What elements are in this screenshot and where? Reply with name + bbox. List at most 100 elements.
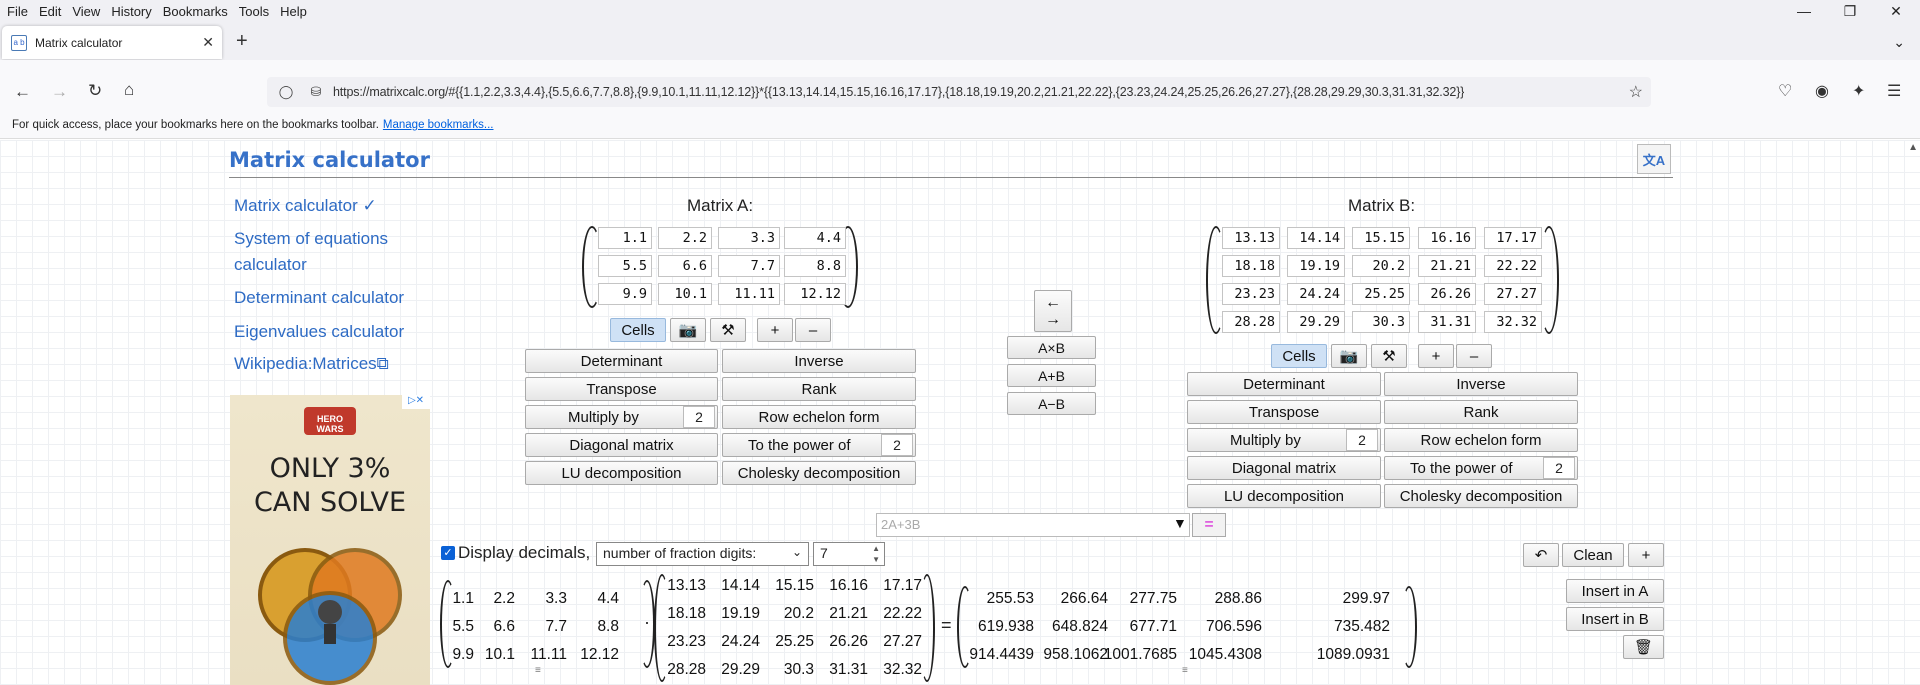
matrix-b-cell[interactable]: 25.25 bbox=[1352, 283, 1410, 305]
matrix-b-determinant-button[interactable]: Determinant bbox=[1187, 372, 1381, 396]
matrix-b-cell[interactable]: 16.16 bbox=[1418, 227, 1476, 249]
matrix-b-multiply-input[interactable]: 2 bbox=[1346, 429, 1378, 451]
bookmark-star-icon[interactable]: ☆ bbox=[1629, 82, 1643, 102]
matrix-b-cholesky-button[interactable]: Cholesky decomposition bbox=[1384, 484, 1578, 508]
matrix-a-cell[interactable]: 2.2 bbox=[658, 227, 712, 249]
sidebar-link-system-of-equations[interactable]: System of equations bbox=[234, 229, 388, 249]
matrix-b-row-echelon-button[interactable]: Row echelon form bbox=[1384, 428, 1578, 452]
matrix-b-power-input[interactable]: 2 bbox=[1543, 457, 1575, 479]
swap-matrices-button[interactable]: ← → bbox=[1034, 290, 1072, 332]
minimize-icon[interactable]: — bbox=[1781, 0, 1827, 22]
close-window-icon[interactable]: ✕ bbox=[1873, 0, 1919, 22]
matrix-a-transpose-button[interactable]: Transpose bbox=[525, 377, 718, 401]
list-all-tabs-icon[interactable]: ⌄ bbox=[1893, 34, 1905, 51]
new-tab-icon[interactable]: + bbox=[236, 30, 248, 53]
matrix-b-cell[interactable]: 17.17 bbox=[1484, 227, 1542, 249]
matrix-a-add-button[interactable]: + bbox=[757, 318, 793, 342]
manage-bookmarks-link[interactable]: Manage bookmarks... bbox=[383, 119, 494, 131]
menu-tools[interactable]: Tools bbox=[232, 4, 273, 19]
add-row-button[interactable]: + bbox=[1628, 543, 1664, 567]
forward-icon[interactable]: → bbox=[51, 82, 68, 102]
matrix-a-cell[interactable]: 9.9 bbox=[598, 283, 652, 305]
matrix-b-cell[interactable]: 26.26 bbox=[1418, 283, 1476, 305]
matrix-a-cholesky-button[interactable]: Cholesky decomposition bbox=[722, 461, 916, 485]
matrix-b-cell[interactable]: 14.14 bbox=[1287, 227, 1345, 249]
clean-button[interactable]: Clean bbox=[1562, 543, 1624, 567]
matrix-b-add-button[interactable]: + bbox=[1418, 344, 1454, 368]
matrix-b-cells-button[interactable]: Cells bbox=[1271, 344, 1327, 368]
matrix-a-cell[interactable]: 11.11 bbox=[718, 283, 780, 305]
matrix-b-cell[interactable]: 32.32 bbox=[1484, 311, 1542, 333]
close-tab-icon[interactable]: ✕ bbox=[202, 34, 214, 51]
matrix-a-cell[interactable]: 5.5 bbox=[598, 255, 652, 277]
trash-icon[interactable]: 🗑 bbox=[1623, 635, 1664, 659]
matrix-a-cell[interactable]: 7.7 bbox=[718, 255, 780, 277]
matrix-b-cell[interactable]: 20.2 bbox=[1352, 255, 1410, 277]
matrix-a-camera-icon[interactable]: 📷 bbox=[670, 318, 706, 342]
insert-in-a-button[interactable]: Insert in A bbox=[1566, 579, 1664, 603]
matrix-b-rank-button[interactable]: Rank bbox=[1384, 400, 1578, 424]
matrix-b-cell[interactable]: 22.22 bbox=[1484, 255, 1542, 277]
resize-handle-icon[interactable]: ≡ bbox=[1182, 665, 1188, 676]
ad-close-icon[interactable]: ▷✕ bbox=[402, 395, 430, 409]
matrix-b-cell[interactable]: 21.21 bbox=[1418, 255, 1476, 277]
matrix-b-cell[interactable]: 31.31 bbox=[1418, 311, 1476, 333]
hamburger-menu-icon[interactable]: ☰ bbox=[1887, 81, 1901, 101]
matrix-a-cell[interactable]: 6.6 bbox=[658, 255, 712, 277]
matrix-b-cell[interactable]: 30.3 bbox=[1352, 311, 1410, 333]
matrix-a-cell[interactable]: 8.8 bbox=[784, 255, 846, 277]
menu-view[interactable]: View bbox=[65, 4, 104, 19]
matrix-a-cells-button[interactable]: Cells bbox=[610, 318, 666, 342]
menu-edit[interactable]: Edit bbox=[32, 4, 65, 19]
matrix-b-remove-button[interactable]: – bbox=[1456, 344, 1492, 368]
matrix-b-lu-button[interactable]: LU decomposition bbox=[1187, 484, 1381, 508]
menu-help[interactable]: Help bbox=[273, 4, 311, 19]
matrix-b-cell[interactable]: 23.23 bbox=[1222, 283, 1280, 305]
matrix-b-cell[interactable]: 19.19 bbox=[1287, 255, 1345, 277]
tab-matrix-calculator[interactable]: a b Matrix calculator ✕ bbox=[2, 26, 222, 59]
scroll-up-arrow-icon[interactable]: ▲ bbox=[1908, 142, 1918, 153]
matrix-b-cell[interactable]: 27.27 bbox=[1484, 283, 1542, 305]
matrix-a-cell[interactable]: 1.1 bbox=[598, 227, 652, 249]
matrix-a-multiply-input[interactable]: 2 bbox=[683, 406, 715, 428]
matrix-b-cell[interactable]: 29.29 bbox=[1287, 311, 1345, 333]
expression-dropdown-icon[interactable]: ▼ bbox=[1173, 515, 1187, 531]
restore-icon[interactable]: ❐ bbox=[1827, 0, 1873, 22]
matrix-b-cell[interactable]: 15.15 bbox=[1352, 227, 1410, 249]
lock-icon[interactable]: ⛁ bbox=[305, 84, 327, 100]
matrix-a-inverse-button[interactable]: Inverse bbox=[722, 349, 916, 373]
fraction-digits-input[interactable]: 7 ▲ ▼ bbox=[813, 542, 885, 566]
matrix-b-cell[interactable]: 18.18 bbox=[1222, 255, 1280, 277]
sidebar-link-determinant[interactable]: Determinant calculator bbox=[234, 288, 404, 308]
matrix-b-camera-icon[interactable]: 📷 bbox=[1331, 344, 1367, 368]
matrix-b-cell[interactable]: 28.28 bbox=[1222, 311, 1280, 333]
menu-bookmarks[interactable]: Bookmarks bbox=[156, 4, 232, 19]
account-icon[interactable]: ◉ bbox=[1815, 81, 1829, 101]
sidebar-link-eigenvalues[interactable]: Eigenvalues calculator bbox=[234, 322, 404, 342]
url-text[interactable]: https://matrixcalc.org/#{{1.1,2.2,3.3,4.… bbox=[333, 85, 1464, 99]
sidebar-link-matrix-calculator[interactable]: Matrix calculator ✓ bbox=[234, 196, 377, 216]
pocket-icon[interactable]: ♡ bbox=[1778, 81, 1792, 101]
menu-history[interactable]: History bbox=[104, 4, 155, 19]
matrix-a-diagonal-button[interactable]: Diagonal matrix bbox=[525, 433, 718, 457]
matrix-b-transpose-button[interactable]: Transpose bbox=[1187, 400, 1381, 424]
matrix-a-cell[interactable]: 10.1 bbox=[658, 283, 712, 305]
matrix-a-row-echelon-button[interactable]: Row echelon form bbox=[722, 405, 916, 429]
fraction-digits-select[interactable]: number of fraction digits: ⌄ bbox=[596, 542, 809, 566]
matrix-b-cell[interactable]: 13.13 bbox=[1222, 227, 1280, 249]
matrix-b-brush-icon[interactable]: ⚒ bbox=[1371, 344, 1407, 368]
matrix-a-lu-button[interactable]: LU decomposition bbox=[525, 461, 718, 485]
menu-file[interactable]: File bbox=[0, 4, 32, 19]
display-decimals-checkbox[interactable]: ✓ bbox=[441, 546, 455, 560]
insert-in-b-button[interactable]: Insert in B bbox=[1566, 607, 1664, 631]
matrix-a-power-input[interactable]: 2 bbox=[881, 434, 913, 456]
matrix-a-cell[interactable]: 3.3 bbox=[718, 227, 780, 249]
matrix-a-remove-button[interactable]: – bbox=[795, 318, 831, 342]
url-bar[interactable]: ◯ ⛁ https://matrixcalc.org/#{{1.1,2.2,3.… bbox=[267, 77, 1651, 107]
matrix-a-rank-button[interactable]: Rank bbox=[722, 377, 916, 401]
matrix-b-cell[interactable]: 24.24 bbox=[1287, 283, 1345, 305]
multiply-a-b-button[interactable]: A×B bbox=[1007, 336, 1096, 359]
extensions-icon[interactable]: ✦ bbox=[1852, 81, 1865, 101]
matrix-b-diagonal-button[interactable]: Diagonal matrix bbox=[1187, 456, 1381, 480]
subtract-a-b-button[interactable]: A−B bbox=[1007, 392, 1096, 415]
